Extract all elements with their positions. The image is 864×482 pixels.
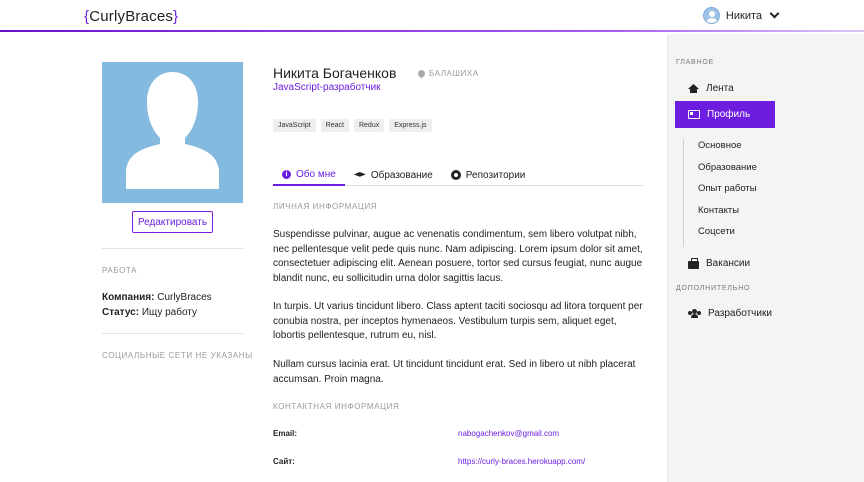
tab-education[interactable]: Образование [345,164,442,186]
right-sidebar: ГЛАВНОЕ Лента Профиль Основное Образован… [667,34,864,482]
id-card-icon [688,110,700,119]
tab-about-label: Обо мне [296,168,336,180]
edit-profile-button[interactable]: Редактировать [132,211,213,233]
skill-tag: Express.js [389,119,432,132]
personal-info-heading: ЛИЧНАЯ ИНФОРМАЦИЯ [273,202,378,211]
skill-tag: Redux [353,119,385,132]
users-icon [688,309,701,318]
work-heading: РАБОТА [102,266,138,275]
profile-role: JavaScript-разработчик [273,82,381,93]
status-line: Статус: Ищу работу [102,307,197,318]
contact-info-heading: КОНТАКТНАЯ ИНФОРМАЦИЯ [273,402,400,411]
user-menu[interactable]: Никита [702,7,780,24]
sidebar-item-feed[interactable]: Лента [675,75,775,102]
divider [102,333,243,334]
tab-about[interactable]: i Обо мне [273,164,345,186]
status-label: Статус: [102,307,140,318]
site-label: Сайт: [273,457,295,466]
company-label: Компания: [102,292,155,303]
skill-tags: JavaScript React Redux Express.js [273,119,432,132]
logo[interactable]: {CurlyBraces} [84,8,178,25]
top-header: {CurlyBraces} Никита [0,0,864,32]
about-paragraph: In turpis. Ut varius tincidunt libero. C… [273,301,643,341]
company-value: CurlyBraces [157,292,212,303]
tab-repositories[interactable]: Репозитории [442,164,535,186]
briefcase-icon [688,257,699,269]
submenu-item-experience[interactable]: Опыт работы [698,182,757,204]
profile-name: Никита Богаченков [273,65,397,81]
sidebar-item-profile[interactable]: Профиль [675,101,775,128]
skill-tag: JavaScript [273,119,316,132]
about-paragraph: Nullam cursus lacinia erat. Ut tincidunt… [273,359,636,385]
sidebar-main-heading: ГЛАВНОЕ [676,59,715,66]
divider [102,248,243,249]
site-link[interactable]: https://curly-braces.herokuapp.com/ [458,457,585,466]
tab-repositories-label: Репозитории [465,169,526,181]
sidebar-extra-heading: ДОПОЛНИТЕЛЬНО [676,285,751,292]
sidebar-item-label: Разработчики [708,308,772,319]
logo-text: CurlyBraces [89,8,174,25]
location-text: БАЛАШИХА [429,69,479,78]
sidebar-item-label: Профиль [707,109,751,120]
github-icon [450,170,461,180]
profile-tabs: i Обо мне Образование Репозитории [273,164,644,186]
submenu-item-social[interactable]: Соцсети [698,225,757,247]
tab-education-label: Образование [370,169,433,181]
sidebar-item-vacancies[interactable]: Вакансии [675,250,775,277]
social-empty-text: СОЦИАЛЬНЫЕ СЕТИ НЕ УКАЗАНЫ [102,351,253,360]
user-avatar-icon [702,7,720,24]
header-gradient-line [0,30,864,32]
status-value: Ищу работу [141,307,198,318]
sidebar-item-label: Лента [706,83,734,94]
map-pin-icon [416,68,427,79]
submenu-item-basic[interactable]: Основное [698,139,757,161]
submenu-item-education[interactable]: Образование [698,161,757,183]
location: БАЛАШИХА [416,68,479,79]
sidebar-item-label: Вакансии [706,258,751,269]
company-line: Компания: CurlyBraces [102,292,212,303]
submenu-item-contacts[interactable]: Контакты [698,204,757,226]
info-icon: i [282,169,291,179]
profile-submenu: Основное Образование Опыт работы Контакт… [683,139,757,247]
chevron-down-icon [769,8,780,19]
email-label: Email: [273,429,298,438]
email-link[interactable]: nabogachenkov@gmail.com [458,429,559,438]
profile-photo [102,62,243,203]
skill-tag: React [320,119,349,132]
sidebar-item-developers[interactable]: Разработчики [675,300,775,327]
home-icon [688,84,699,93]
graduation-cap-icon [353,172,366,177]
about-paragraph: Suspendisse pulvinar, augue ac venenatis… [273,229,643,284]
user-name: Никита [725,9,762,22]
logo-brace-close: } [173,8,179,25]
user-silhouette-icon [126,72,219,189]
